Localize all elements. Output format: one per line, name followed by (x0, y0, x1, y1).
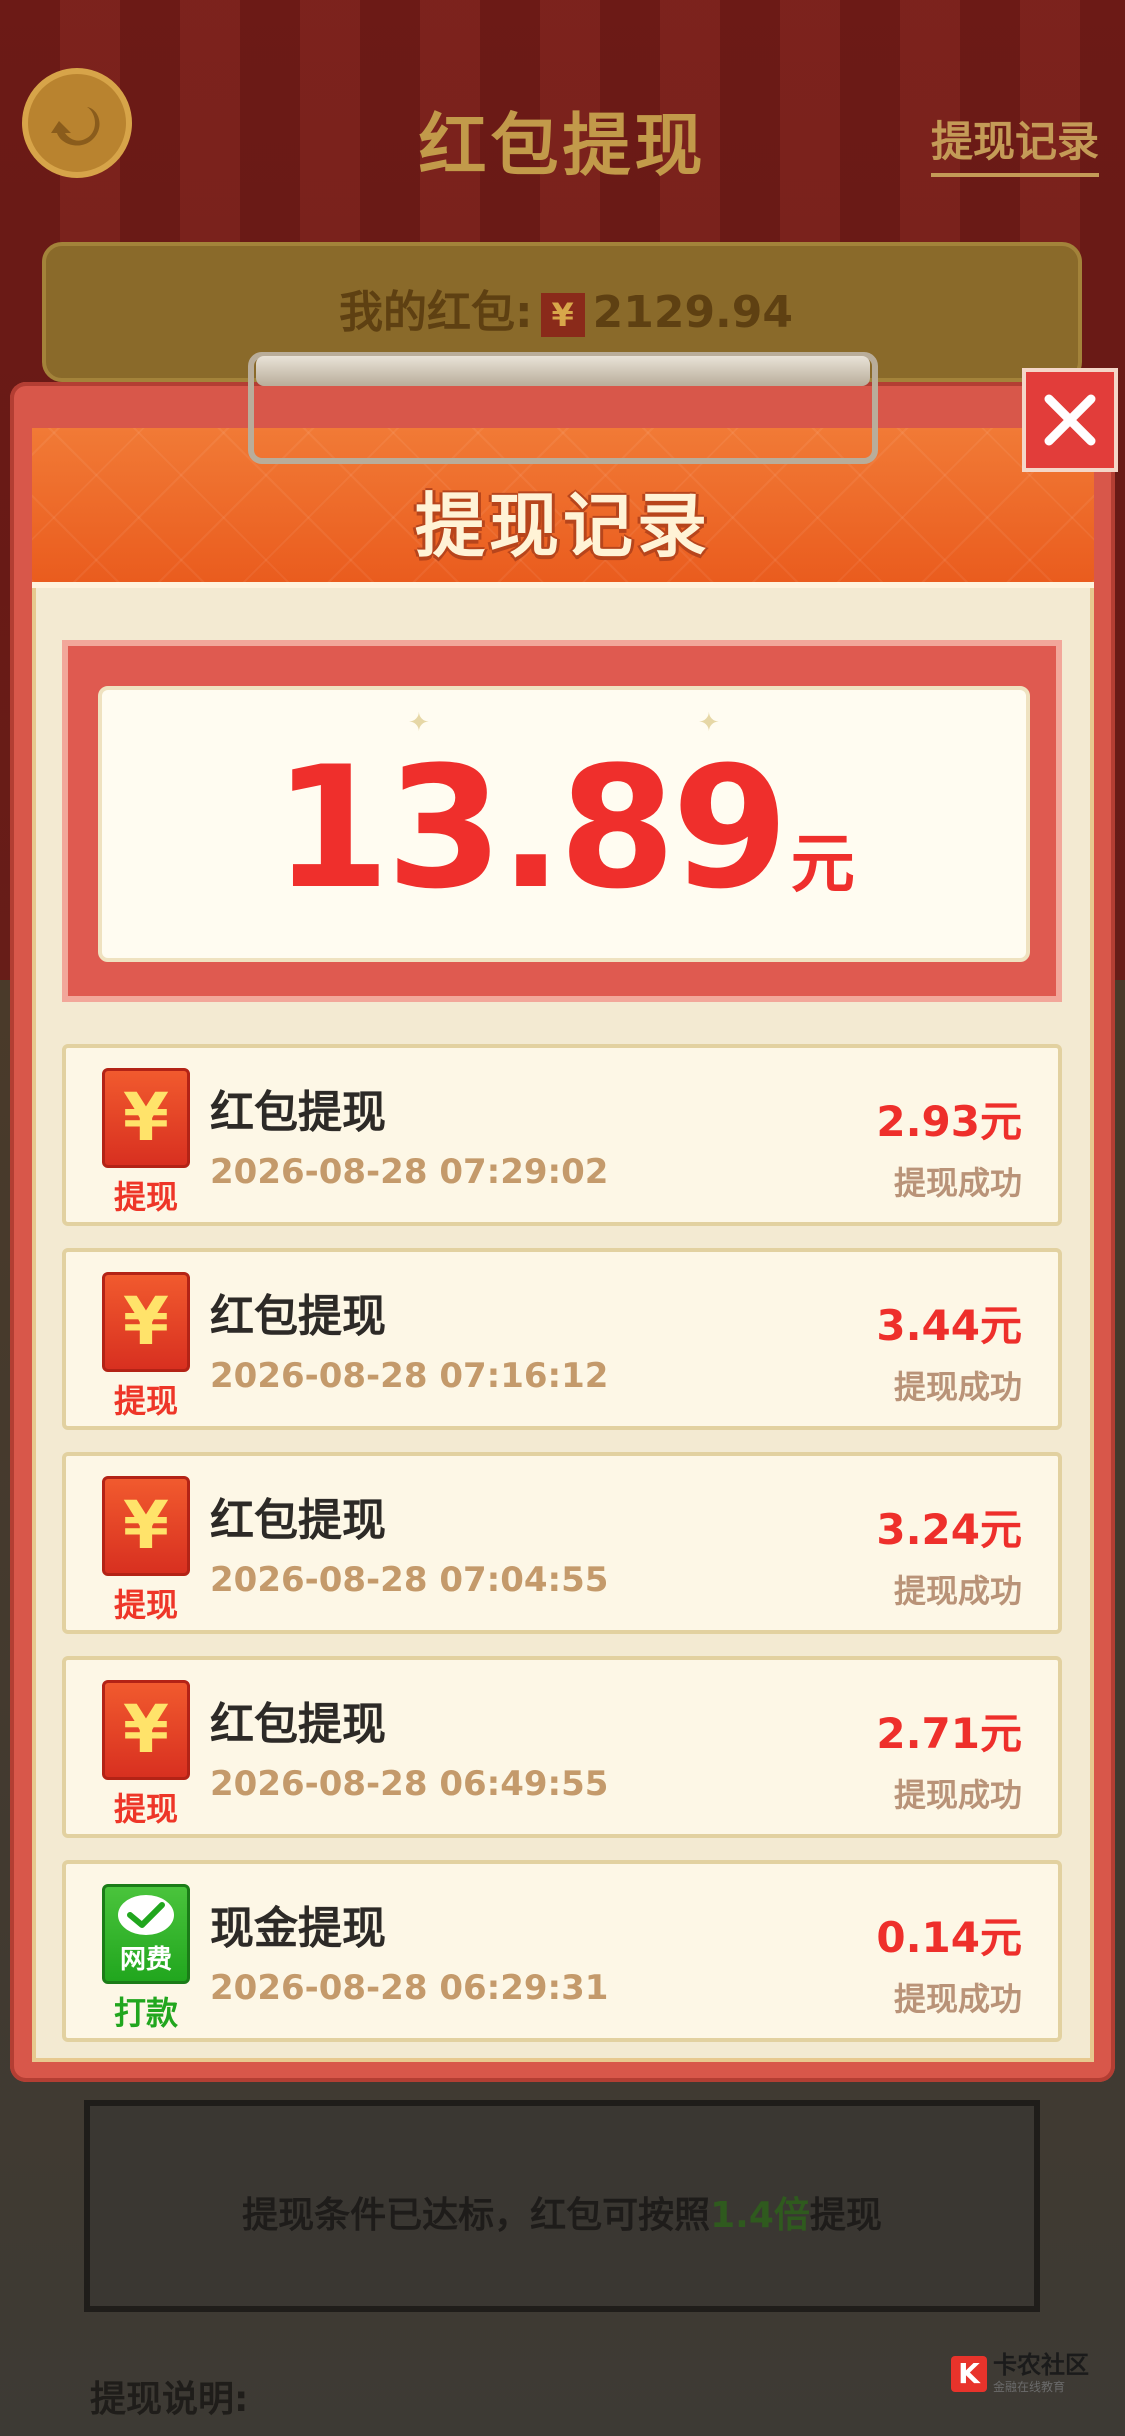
wallet-balance: 2129.94 (592, 287, 793, 338)
record-amount: 2.71元 (876, 1709, 1022, 1758)
watermark-sub: 金融在线教育 (993, 2380, 1066, 2394)
list-item: ¥ 提现 红包提现 2026-08-28 07:29:02 2.93元 提现成功 (62, 1044, 1062, 1226)
clipboard-clip-bar (256, 356, 870, 386)
record-time: 2026-08-28 07:16:12 (210, 1356, 609, 1396)
record-amount: 3.24元 (876, 1505, 1022, 1554)
record-status: 提现成功 (893, 1980, 1022, 2018)
icon-caption: 提现 (113, 1382, 178, 1420)
close-button[interactable] (1022, 368, 1118, 472)
record-time: 2026-08-28 06:49:55 (210, 1764, 609, 1804)
explain-label: 提现说明: (90, 2379, 249, 2420)
icon-caption: 打款 (113, 1994, 178, 2032)
withdraw-record-link[interactable]: 提现记录 (930, 108, 1099, 177)
close-icon (1044, 394, 1096, 446)
record-title: 红包提现 (210, 1495, 386, 1546)
record-status: 提现成功 (893, 1164, 1022, 1202)
total-amount-unit: 元 (790, 828, 855, 902)
record-amount: 2.93元 (876, 1097, 1022, 1146)
list-item: ¥ 提现 红包提现 2026-08-28 06:49:55 2.71元 提现成功 (62, 1656, 1062, 1838)
record-time: 2026-08-28 06:29:31 (210, 1968, 609, 2008)
notice-highlight: 1.4倍 (710, 2195, 810, 2236)
yen-icon: ¥ (102, 1476, 190, 1576)
watermark: K 卡农社区 金融在线教育 (951, 2352, 1089, 2395)
total-amount: 13.89元 (102, 730, 1026, 926)
icon-caption: 提现 (113, 1790, 178, 1828)
notice-text-after: 提现 (809, 2195, 882, 2236)
wechat-check-icon: 网费 (102, 1884, 190, 1984)
notice-box: 提现条件已达标，红包可按照1.4倍提现 (84, 2100, 1040, 2312)
list-item: ¥ 提现 红包提现 2026-08-28 07:16:12 3.44元 提现成功 (62, 1248, 1062, 1430)
total-amount-panel: ✦ ✦ 13.89元 (98, 686, 1030, 962)
total-amount-card: ✦ ✦ 13.89元 (62, 640, 1062, 1002)
record-title: 红包提现 (210, 1291, 386, 1342)
list-item: 网费 打款 现金提现 2026-08-28 06:29:31 0.14元 提现成… (62, 1860, 1062, 2042)
icon-label: 网费 (119, 1944, 172, 1975)
record-status: 提现成功 (893, 1368, 1022, 1406)
record-status: 提现成功 (893, 1776, 1022, 1814)
wallet-label: 我的红包: (338, 287, 533, 338)
record-amount: 3.44元 (876, 1301, 1022, 1350)
record-status: 提现成功 (893, 1572, 1022, 1610)
record-amount: 0.14元 (876, 1913, 1022, 1962)
notice-text-before: 提现条件已达标，红包可按照 (242, 2195, 711, 2236)
record-time: 2026-08-28 07:04:55 (210, 1560, 609, 1600)
icon-caption: 提现 (113, 1586, 178, 1624)
wallet-balance-text: 我的红包: ¥2129.94 (46, 276, 1086, 340)
total-amount-value: 13.89 (273, 730, 788, 926)
icon-caption: 提现 (113, 1178, 178, 1216)
record-title: 现金提现 (210, 1903, 386, 1954)
record-time: 2026-08-28 07:29:02 (210, 1152, 609, 1192)
list-item: ¥ 提现 红包提现 2026-08-28 07:04:55 3.24元 提现成功 (62, 1452, 1062, 1634)
yen-icon: ¥ (102, 1680, 190, 1780)
check-icon (118, 1894, 174, 1935)
modal-title: 提现记录 (415, 485, 711, 567)
yen-icon: ¥ (540, 293, 585, 337)
record-title: 红包提现 (210, 1699, 386, 1750)
record-title: 红包提现 (210, 1087, 386, 1138)
watermark-name: 卡农社区 (993, 2351, 1089, 2379)
yen-icon: ¥ (102, 1272, 190, 1372)
yen-icon: ¥ (102, 1068, 190, 1168)
notice-text: 提现条件已达标，红包可按照1.4倍提现 (90, 2186, 1034, 2238)
watermark-logo-icon: K (951, 2355, 987, 2392)
